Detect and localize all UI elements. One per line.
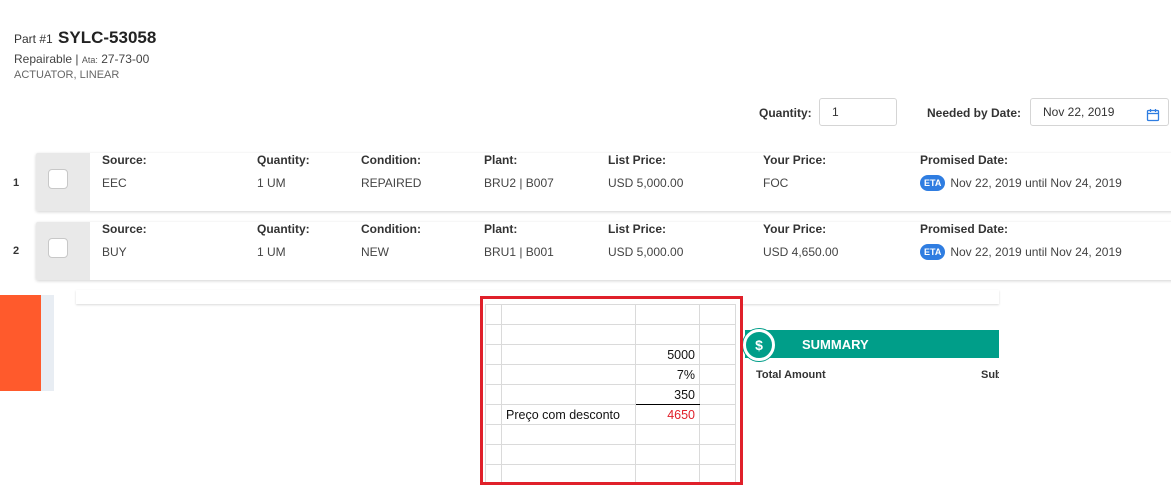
list-price-header: List Price: — [608, 153, 667, 167]
part-subtitle: Repairable | Ata: 27-73-00 — [14, 52, 149, 66]
offer-row[interactable]: Source: EEC Quantity: 1 UM Condition: RE… — [36, 153, 1171, 211]
condition-value: REPAIRED — [361, 176, 422, 190]
eta-badge: ETA — [920, 175, 946, 191]
your-price-value: FOC — [763, 176, 789, 190]
list-price-header: List Price: — [608, 222, 667, 236]
ata-value: 27-73-00 — [101, 52, 150, 66]
offer-row[interactable]: Source: BUY Quantity: 1 UM Condition: NE… — [36, 222, 1171, 280]
needed-by-date-input[interactable]: Nov 22, 2019 — [1030, 98, 1169, 126]
discounted-price-cell: 4650 — [635, 404, 700, 425]
source-header: Source: — [102, 153, 147, 167]
dollar-icon: $ — [743, 329, 775, 361]
offer-select-area[interactable] — [36, 222, 90, 280]
quantity-input[interactable]: 1 — [819, 98, 897, 126]
part-number: SYLC-53058 — [58, 28, 157, 47]
total-amount-label: Total Amount — [756, 369, 826, 381]
spreadsheet-grid: 5000 7% 350 Preço com desconto 4650 — [485, 304, 736, 482]
part-description: ACTUATOR, LINEAR — [14, 69, 120, 81]
offer-select-area[interactable] — [36, 153, 90, 211]
needed-by-date-value: Nov 22, 2019 — [1043, 105, 1115, 119]
plant-header: Plant: — [484, 153, 518, 167]
plant-header: Plant: — [484, 222, 518, 236]
base-value-cell: 5000 — [635, 344, 700, 365]
quantity-label: Quantity: — [759, 106, 812, 120]
ata-label: Ata: — [81, 55, 98, 65]
discount-percent-cell: 7% — [635, 364, 700, 385]
offer-index: 1 — [13, 177, 20, 189]
side-strip — [41, 295, 54, 391]
plant-value: BRU2 | B007 — [484, 176, 554, 190]
promised-date-value: ETA Nov 22, 2019 until Nov 24, 2019 — [920, 244, 1122, 261]
discount-amount-cell: 350 — [635, 384, 700, 405]
list-price-value: USD 5,000.00 — [608, 176, 684, 190]
eta-badge: ETA — [920, 244, 946, 260]
quantity-header: Quantity: — [257, 153, 310, 167]
source-header: Source: — [102, 222, 147, 236]
plant-value: BRU1 | B001 — [484, 245, 554, 259]
quantity-value: 1 UM — [257, 176, 286, 190]
discounted-price-label: Preço com desconto — [501, 404, 636, 425]
condition-value: NEW — [361, 245, 389, 259]
source-value: EEC — [102, 176, 127, 190]
needed-by-date-label: Needed by Date: — [927, 106, 1022, 120]
your-price-value: USD 4,650.00 — [763, 245, 839, 259]
summary-title: SUMMARY — [802, 337, 869, 352]
quantity-value: 1 UM — [257, 245, 286, 259]
offer-checkbox[interactable] — [48, 169, 68, 189]
your-price-header: Your Price: — [763, 222, 827, 236]
your-price-header: Your Price: — [763, 153, 827, 167]
summary-header — [745, 330, 999, 358]
condition-header: Condition: — [361, 153, 421, 167]
calendar-icon[interactable] — [1146, 105, 1160, 131]
promised-date-header: Promised Date: — [920, 153, 1009, 167]
quantity-header: Quantity: — [257, 222, 310, 236]
source-value: BUY — [102, 245, 127, 259]
promised-date-header: Promised Date: — [920, 222, 1009, 236]
part-prefix: Part #1 — [14, 32, 53, 46]
condition-header: Condition: — [361, 222, 421, 236]
spreadsheet-overlay: 5000 7% 350 Preço com desconto 4650 — [480, 296, 743, 485]
part-title: Part #1 SYLC-53058 — [14, 28, 156, 48]
promised-date-range: Nov 22, 2019 until Nov 24, 2019 — [950, 176, 1122, 191]
offer-checkbox[interactable] — [48, 238, 68, 258]
promised-date-range: Nov 22, 2019 until Nov 24, 2019 — [950, 245, 1122, 260]
orange-side-bar — [0, 295, 41, 391]
subtotal-label: Sub — [981, 369, 999, 381]
part-status: Repairable | — [14, 52, 79, 66]
list-price-value: USD 5,000.00 — [608, 245, 684, 259]
promised-date-value: ETA Nov 22, 2019 until Nov 24, 2019 — [920, 175, 1122, 192]
offer-index: 2 — [13, 245, 20, 257]
